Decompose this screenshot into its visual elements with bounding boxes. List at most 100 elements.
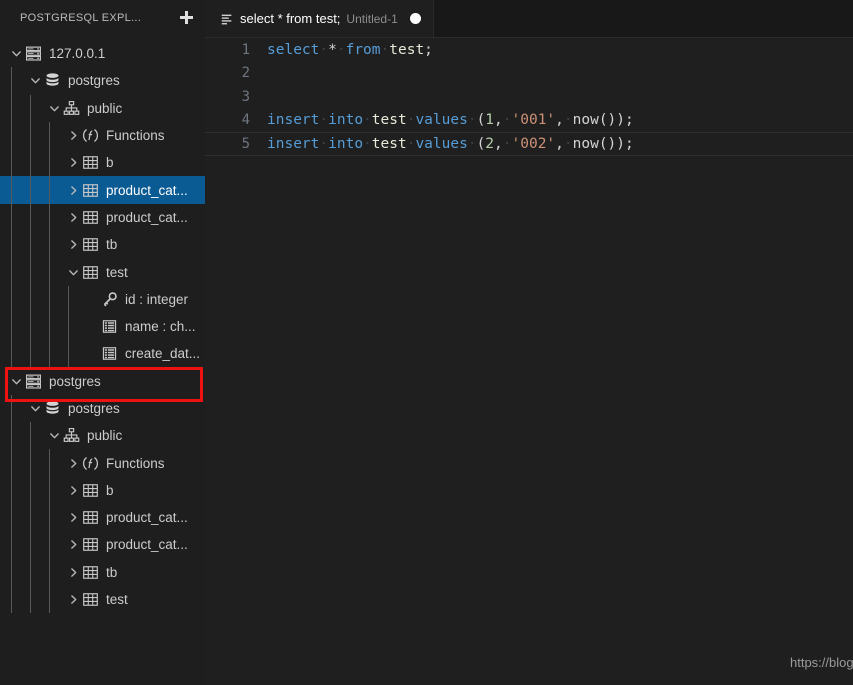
code-token: test — [371, 112, 407, 129]
tree-item-127-0-0-1[interactable]: 127.0.0.1 — [0, 40, 205, 67]
tree-item-create-dat[interactable]: create_dat... — [0, 340, 205, 368]
indent-guide — [30, 149, 31, 177]
indent-guide — [30, 203, 31, 232]
code-token: ( — [476, 112, 486, 129]
code-token: values — [415, 112, 468, 129]
chevron-right-icon[interactable] — [65, 237, 81, 253]
tree-item-product-cat[interactable]: product_cat... — [0, 504, 205, 532]
indent-guide — [30, 258, 31, 286]
tab-select-from-test[interactable]: select * from test; Untitled-1 — [205, 0, 434, 37]
indent-guide — [49, 476, 50, 505]
chevron-right-icon[interactable] — [65, 537, 81, 553]
chevron-down-icon[interactable] — [46, 428, 62, 444]
tree-item-public[interactable]: public — [0, 422, 205, 450]
code-token: insert — [267, 135, 320, 152]
chevron-down-icon[interactable] — [8, 373, 24, 389]
tree-item-tb[interactable]: tb — [0, 558, 205, 586]
tree-item-postgres[interactable]: postgres — [0, 368, 205, 395]
tree-item-label: create_dat... — [125, 346, 201, 362]
code-token: ; — [424, 41, 433, 58]
code-line[interactable]: 1 select·*·from·test; — [205, 38, 853, 62]
tree-item-product-cat[interactable]: product_cat... — [0, 531, 205, 559]
chevron-down-icon[interactable] — [46, 100, 62, 116]
line-number: 4 — [241, 112, 250, 129]
indent-guide — [11, 422, 12, 450]
indent-guide — [68, 312, 69, 341]
code-editor[interactable]: 1 select·*·from·test; 2 3 4 insert·into·test·… — [205, 38, 853, 685]
indent-guide — [49, 149, 50, 177]
code-token: select — [267, 41, 320, 58]
chevron-right-icon[interactable] — [65, 482, 81, 498]
database-tree[interactable]: 127.0.0.1 postgres public Functions b product… — [0, 35, 205, 614]
chevron-right-icon[interactable] — [65, 510, 81, 526]
tab-dirty-indicator[interactable] — [409, 13, 421, 24]
code-line-text[interactable]: select·*·from·test; — [267, 42, 433, 58]
editor-tab-bar: select * from test; Untitled-1 — [205, 0, 853, 38]
indent-guide — [49, 531, 50, 559]
tree-item-postgres[interactable]: postgres — [0, 394, 205, 423]
tree-item-functions[interactable]: Functions — [0, 121, 205, 150]
tree-item-label: postgres — [68, 73, 120, 89]
server-icon — [24, 372, 43, 391]
chevron-right-icon[interactable] — [65, 155, 81, 171]
indent-guide — [68, 340, 69, 368]
tree-item-public[interactable]: public — [0, 94, 205, 122]
database-icon — [43, 399, 62, 418]
indent-guide — [49, 558, 50, 586]
indent-guide — [49, 121, 50, 150]
tree-item-product-cat[interactable]: product_cat... — [0, 203, 205, 232]
code-line-text[interactable]: insert·into·test·values·(2,·'002',·now()… — [267, 136, 634, 152]
tree-item-name-ch[interactable]: name : ch... — [0, 312, 205, 341]
chevron-right-icon[interactable] — [65, 182, 81, 198]
tree-item-label: Functions — [106, 128, 165, 144]
code-token: · — [319, 112, 329, 129]
code-token: * — [328, 41, 337, 58]
tree-item-label: tb — [106, 564, 118, 580]
chevron-right-icon[interactable] — [65, 592, 81, 608]
code-token: · — [319, 41, 329, 58]
code-line[interactable]: 5 insert·into·test·values·(2,·'002',·now(… — [205, 132, 853, 156]
code-line[interactable]: 2 — [205, 62, 853, 86]
chevron-down-icon[interactable] — [27, 73, 43, 89]
code-line-text[interactable]: insert·into·test·values·(1,·'001',·now()… — [267, 112, 634, 128]
indent-guide — [11, 94, 12, 122]
code-line[interactable]: 4 insert·into·test·values·(1,·'001',·now(… — [205, 109, 853, 133]
server-icon — [24, 44, 43, 63]
add-connection-button[interactable] — [175, 7, 197, 29]
indent-guide — [49, 231, 50, 259]
line-number: 3 — [241, 88, 250, 105]
tree-item-b[interactable]: b — [0, 476, 205, 505]
tab-bar-empty-space — [433, 0, 853, 37]
key-icon — [100, 290, 119, 309]
code-token: now() — [572, 112, 617, 129]
indent-guide — [49, 203, 50, 232]
chevron-right-icon[interactable] — [65, 128, 81, 144]
chevron-right-icon[interactable] — [65, 564, 81, 580]
tree-item-label: postgres — [49, 373, 101, 389]
tree-item-test[interactable]: test — [0, 258, 205, 286]
tree-item-label: product_cat... — [106, 182, 188, 198]
indent-guide — [30, 585, 31, 614]
code-token: · — [502, 135, 512, 152]
chevron-right-icon[interactable] — [65, 455, 81, 471]
code-token: test — [389, 41, 425, 58]
chevron-down-icon[interactable] — [65, 264, 81, 280]
indent-guide — [11, 312, 12, 341]
tree-item-test[interactable]: test — [0, 585, 205, 614]
tree-item-functions[interactable]: Functions — [0, 449, 205, 477]
table-icon — [81, 535, 100, 554]
chevron-down-icon[interactable] — [27, 401, 43, 417]
tree-item-b[interactable]: b — [0, 149, 205, 177]
code-line[interactable]: 3 — [205, 85, 853, 109]
tree-item-tb[interactable]: tb — [0, 231, 205, 259]
chevron-down-icon[interactable] — [8, 46, 24, 62]
tree-item-product-cat[interactable]: product_cat... — [0, 176, 205, 204]
tree-item-id-integer[interactable]: id : integer — [0, 285, 205, 313]
code-token: · — [363, 135, 372, 152]
tree-item-postgres[interactable]: postgres — [0, 67, 205, 95]
indent-guide — [11, 558, 12, 586]
code-token: , — [494, 135, 503, 152]
code-token: , — [555, 135, 564, 152]
indent-guide — [11, 231, 12, 259]
chevron-right-icon[interactable] — [65, 209, 81, 225]
